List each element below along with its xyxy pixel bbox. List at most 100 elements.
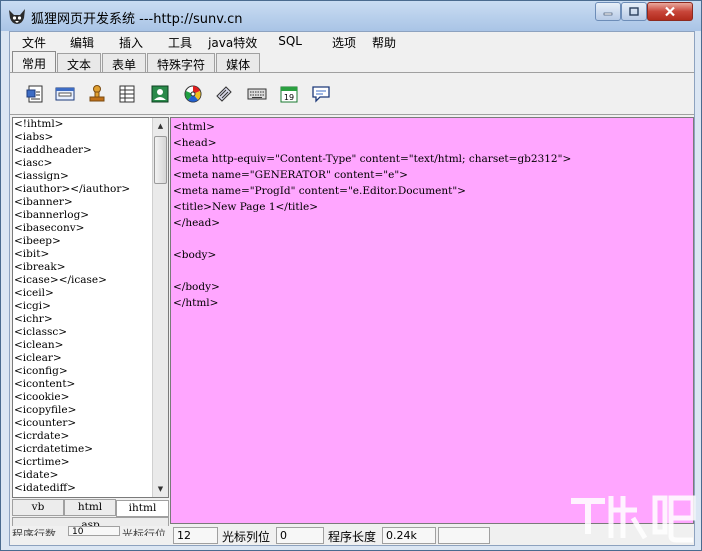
toolbar-form-button[interactable]: [53, 82, 77, 106]
tab-form[interactable]: 表单: [102, 53, 147, 72]
status-cursor-row-label: 光标行位: [122, 528, 166, 536]
minimize-button[interactable]: [595, 2, 621, 21]
tag-list-item[interactable]: <icrdate>: [14, 430, 154, 443]
tag-list-item[interactable]: <icookie>: [14, 391, 154, 404]
window-title: 狐狸网页开发系统 ---http://sunv.cn: [31, 12, 243, 27]
menu-file[interactable]: 文件: [22, 32, 46, 52]
table-icon: [119, 85, 135, 103]
toolbar: 19: [10, 72, 694, 115]
maximize-button[interactable]: [621, 2, 647, 21]
tag-list-item[interactable]: <icounter>: [14, 417, 154, 430]
tag-list-item[interactable]: <iassign>: [14, 170, 154, 183]
close-button[interactable]: [647, 2, 693, 21]
code-line: </html>: [173, 297, 219, 309]
toolbar-link-button[interactable]: [212, 82, 236, 106]
code-line: </body>: [173, 281, 220, 293]
calendar-number: 19: [284, 93, 294, 102]
tag-list-item[interactable]: <ibanner>: [14, 196, 154, 209]
status-cursor-col-value: 0: [276, 527, 324, 544]
toolbar-calendar-button[interactable]: 19: [277, 82, 301, 106]
toolbar-comment-button[interactable]: [309, 82, 333, 106]
menu-tools[interactable]: 工具: [168, 32, 192, 52]
tag-list: <!ihtml> <iabs> <iaddheader> <iasc> <iassign…: [14, 118, 154, 495]
minimize-icon: [603, 12, 613, 15]
toolbar-color-button[interactable]: [181, 82, 205, 106]
tag-list-item[interactable]: <idate>: [14, 469, 154, 482]
tag-list-item[interactable]: <iceil>: [14, 287, 154, 300]
code-line: <meta http-equiv="Content-Type" content=…: [173, 153, 572, 165]
tag-list-item[interactable]: <iclassc>: [14, 326, 154, 339]
link-icon: [216, 86, 232, 102]
menu-help[interactable]: 帮助: [372, 32, 396, 52]
tag-list-item[interactable]: <!ihtml>: [14, 118, 154, 131]
calendar-icon: 19: [280, 86, 298, 103]
form-icon: [55, 87, 75, 101]
fox-app-icon: [9, 9, 25, 24]
scroll-thumb[interactable]: [154, 136, 167, 184]
tag-list-item[interactable]: <iabs>: [14, 131, 154, 144]
stamp-icon: [89, 85, 105, 102]
watermark-logo: [571, 495, 696, 543]
tag-list-item[interactable]: <icrdatetime>: [14, 443, 154, 456]
tag-list-item[interactable]: <ibreak>: [14, 261, 154, 274]
tag-list-item[interactable]: <iclean>: [14, 339, 154, 352]
page-icon: [26, 85, 43, 103]
close-icon: [665, 6, 675, 17]
tab-special-chars[interactable]: 特殊字符: [147, 53, 216, 72]
tag-list-item[interactable]: <iauthor></iauthor>: [14, 183, 154, 196]
tab-text[interactable]: 文本: [57, 53, 102, 72]
tag-list-scrollbar[interactable]: ▲ ▼: [152, 118, 168, 497]
tag-list-item[interactable]: <icopyfile>: [14, 404, 154, 417]
tag-list-item[interactable]: <iconfig>: [14, 365, 154, 378]
tab-ihtml[interactable]: ihtml: [116, 500, 169, 517]
tag-list-item[interactable]: <ibeep>: [14, 235, 154, 248]
status-line-count-value: 10: [68, 526, 120, 536]
tag-list-item[interactable]: <ibit>: [14, 248, 154, 261]
scroll-down-icon[interactable]: ▼: [153, 481, 168, 497]
code-line: </head>: [173, 217, 221, 229]
status-cursor-row-value: 12: [173, 527, 218, 544]
tag-list-item[interactable]: <idatediff>: [14, 482, 154, 495]
menu-options[interactable]: 选项: [332, 32, 356, 52]
comment-icon: [312, 86, 330, 103]
scroll-up-icon[interactable]: ▲: [153, 118, 168, 134]
code-editor[interactable]: <html> <head> <meta http-equiv="Content-Ty…: [170, 117, 694, 524]
tag-list-item[interactable]: <ibaseconv>: [14, 222, 154, 235]
menu-sql[interactable]: SQL: [278, 32, 302, 52]
title-bar[interactable]: 狐狸网页开发系统 ---http://sunv.cn: [1, 1, 701, 31]
toolbar-stamp-button[interactable]: [85, 82, 109, 106]
toolbar-image-button[interactable]: [148, 82, 172, 106]
toolbar-page-button[interactable]: [24, 82, 48, 106]
code-line: <html>: [173, 121, 215, 133]
color-wheel-icon: [184, 85, 202, 103]
tab-common[interactable]: 常用: [12, 51, 57, 72]
tag-list-item[interactable]: <icrtime>: [14, 456, 154, 469]
toolbar-table-button[interactable]: [115, 82, 139, 106]
tag-list-item[interactable]: <ichr>: [14, 313, 154, 326]
tab-vb[interactable]: vb: [12, 499, 64, 516]
tag-list-item[interactable]: <icontent>: [14, 378, 154, 391]
status-extra-field: [438, 527, 490, 544]
tag-list-item[interactable]: <iasc>: [14, 157, 154, 170]
menu-insert[interactable]: 插入: [119, 32, 143, 52]
menu-java-effects[interactable]: java特效: [208, 32, 257, 52]
tab-media[interactable]: 媒体: [216, 53, 261, 72]
tab-html[interactable]: html: [64, 499, 116, 516]
code-text: <html> <head> <meta http-equiv="Content-Ty…: [173, 119, 571, 311]
menu-edit[interactable]: 编辑: [70, 32, 94, 52]
status-cursor-col-label: 光标列位: [222, 530, 271, 544]
status-length-value: 0.24k: [382, 527, 436, 544]
tag-list-item[interactable]: <icase></icase>: [14, 274, 154, 287]
tag-list-item[interactable]: <iaddheader>: [14, 144, 154, 157]
tag-list-item[interactable]: <ibannerlog>: [14, 209, 154, 222]
code-line: <body>: [173, 249, 217, 261]
status-length-label: 程序长度: [328, 530, 377, 544]
status-line-count-label: 程序行数: [12, 528, 56, 536]
maximize-icon: [629, 7, 639, 16]
tag-list-item[interactable]: <icgi>: [14, 300, 154, 313]
toolbar-keyboard-button[interactable]: [245, 82, 269, 106]
code-line: <title>New Page 1</title>: [173, 201, 319, 213]
tag-list-item[interactable]: <iclear>: [14, 352, 154, 365]
